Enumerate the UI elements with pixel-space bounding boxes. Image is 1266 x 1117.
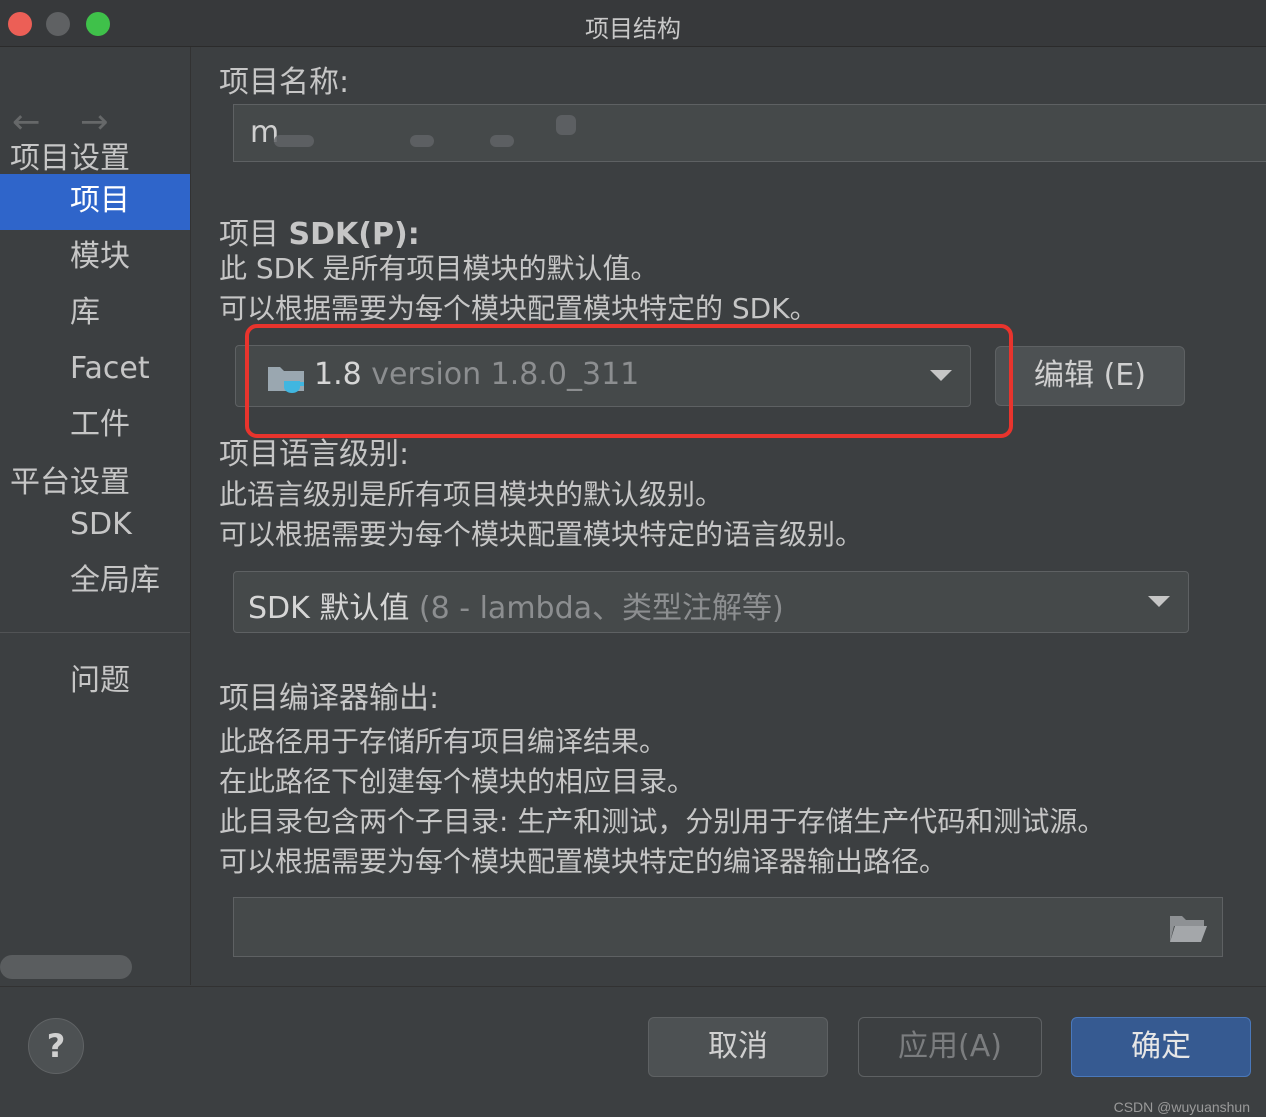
- language-level-select[interactable]: SDK 默认值 (8 - lambda、类型注解等): [233, 571, 1189, 633]
- sidebar-item-artifacts[interactable]: 工件: [0, 398, 190, 454]
- edit-sdk-button[interactable]: 编辑 (E): [995, 346, 1185, 406]
- sidebar-item-facets[interactable]: Facet: [0, 342, 190, 398]
- dialog-footer: ? 取消 应用(A) 确定 CSDN @wuyuanshun: [0, 986, 1266, 1117]
- ok-button[interactable]: 确定: [1071, 1017, 1251, 1077]
- project-name-label: 项目名称:: [219, 65, 350, 100]
- help-button[interactable]: ?: [28, 1018, 84, 1074]
- sidebar-divider: [0, 632, 190, 633]
- compiler-output-input[interactable]: [233, 897, 1223, 957]
- project-settings-header: 项目设置: [10, 141, 130, 176]
- window-title: 项目结构: [585, 15, 681, 43]
- chevron-down-icon: [1148, 596, 1170, 607]
- watermark: CSDN @wuyuanshun: [1113, 1099, 1250, 1115]
- redacted-text: [410, 135, 434, 147]
- title-bar: 项目结构: [0, 0, 1266, 47]
- language-level-main: SDK 默认值: [248, 591, 410, 626]
- sdk-version-main: 1.8: [314, 357, 362, 392]
- browse-folder-icon[interactable]: [1168, 912, 1208, 944]
- redacted-text: [274, 135, 314, 147]
- chevron-down-icon: [930, 370, 952, 381]
- sdk-version-detail: version 1.8.0_311: [371, 357, 640, 392]
- language-level-label: 项目语言级别:: [219, 437, 410, 472]
- sidebar-item-libraries[interactable]: 库: [0, 286, 190, 342]
- project-settings-panel: 项目名称: m 项目 SDK(P): 此 SDK 是所有项目模块的默认值。 可以…: [191, 47, 1266, 985]
- sidebar-item-modules[interactable]: 模块: [0, 230, 190, 286]
- language-level-description: 此语言级别是所有项目模块的默认级别。 可以根据需要为每个模块配置模块特定的语言级…: [219, 478, 864, 551]
- project-sdk-description: 此 SDK 是所有项目模块的默认值。 可以根据需要为每个模块配置模块特定的 SD…: [219, 252, 818, 325]
- redacted-text: [556, 115, 576, 135]
- language-level-detail: (8 - lambda、类型注解等): [418, 591, 784, 626]
- sidebar-item-problems[interactable]: 问题: [0, 654, 190, 710]
- apply-button[interactable]: 应用(A): [858, 1017, 1042, 1077]
- project-sdk-label: 项目 SDK(P):: [219, 217, 420, 252]
- jdk-folder-icon: [268, 367, 304, 393]
- sidebar-item-project[interactable]: 项目: [0, 174, 190, 230]
- platform-settings-header: 平台设置: [10, 465, 130, 500]
- sidebar-item-sdks[interactable]: SDK: [0, 498, 190, 554]
- sidebar-scrollbar[interactable]: [0, 955, 132, 979]
- redacted-text: [490, 135, 514, 147]
- project-sdk-select[interactable]: 1.8 version 1.8.0_311: [235, 345, 971, 407]
- compiler-output-label: 项目编译器输出:: [219, 681, 440, 716]
- sidebar-item-global-libraries[interactable]: 全局库: [0, 554, 190, 610]
- cancel-button[interactable]: 取消: [648, 1017, 828, 1077]
- compiler-output-description: 此路径用于存储所有项目编译结果。 在此路径下创建每个模块的相应目录。 此目录包含…: [219, 725, 1106, 878]
- project-name-input[interactable]: m: [233, 104, 1266, 162]
- sidebar: ← → 项目设置 项目 模块 库 Facet 工件 平台设置 SDK 全局库 问…: [0, 47, 191, 985]
